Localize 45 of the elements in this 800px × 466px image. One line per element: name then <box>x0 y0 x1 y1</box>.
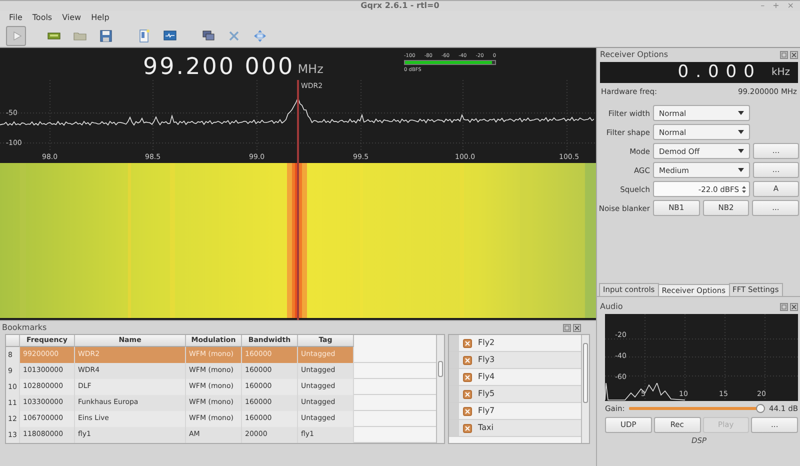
menu-item[interactable]: File <box>4 12 28 24</box>
menu-item[interactable]: Help <box>86 12 114 24</box>
unit-label: MHz <box>298 61 324 78</box>
checkbox[interactable] <box>463 338 472 348</box>
float-icon[interactable] <box>780 50 788 58</box>
document-icon <box>137 28 151 42</box>
float-icon[interactable] <box>780 302 788 310</box>
caret-icon <box>738 130 744 134</box>
spin-arrows-icon <box>742 184 746 194</box>
menu-item[interactable]: Tools <box>27 12 58 24</box>
table-corner[interactable] <box>6 335 20 347</box>
menu-item[interactable]: View <box>57 12 86 24</box>
save-icon <box>99 28 113 42</box>
tag-label: Fly7 <box>478 405 495 417</box>
tag-label: Fly3 <box>478 354 495 366</box>
panel-title: Audio <box>600 301 623 313</box>
checkbox[interactable] <box>463 424 472 432</box>
caret-icon <box>738 168 744 172</box>
offset-readout[interactable]: 0.000 kHz <box>600 62 798 83</box>
checkbox[interactable] <box>463 356 472 364</box>
tag-label: Fly4 <box>478 371 495 383</box>
scrollbar[interactable] <box>436 335 444 443</box>
panel-title: Receiver Options <box>600 49 668 61</box>
frequency-readout[interactable]: 99.200 000 <box>143 54 295 80</box>
play-button[interactable] <box>6 26 26 46</box>
caret-icon <box>738 111 744 116</box>
gain-slider[interactable] <box>628 407 765 410</box>
close-icon[interactable] <box>573 324 581 332</box>
slider-handle[interactable] <box>756 404 765 414</box>
panel-title: Bookmarks <box>2 322 47 334</box>
computers-icon <box>201 28 215 42</box>
close-icon[interactable] <box>790 302 798 310</box>
arrows-icon <box>253 28 267 42</box>
checkbox[interactable] <box>463 390 472 398</box>
close-icon[interactable] <box>790 50 798 58</box>
checkbox[interactable] <box>463 406 472 416</box>
window-title: Gqrx 2.6.1 - rtl=0 <box>360 0 440 12</box>
float-icon[interactable] <box>563 324 571 332</box>
tag-label: Fly5 <box>478 388 495 400</box>
tag-label: Taxi <box>478 422 494 434</box>
monitor-icon <box>163 28 177 42</box>
scrollbar[interactable] <box>581 335 589 443</box>
checkbox[interactable] <box>463 372 472 382</box>
caret-icon <box>738 149 744 154</box>
tag-label: Fly2 <box>478 337 495 349</box>
